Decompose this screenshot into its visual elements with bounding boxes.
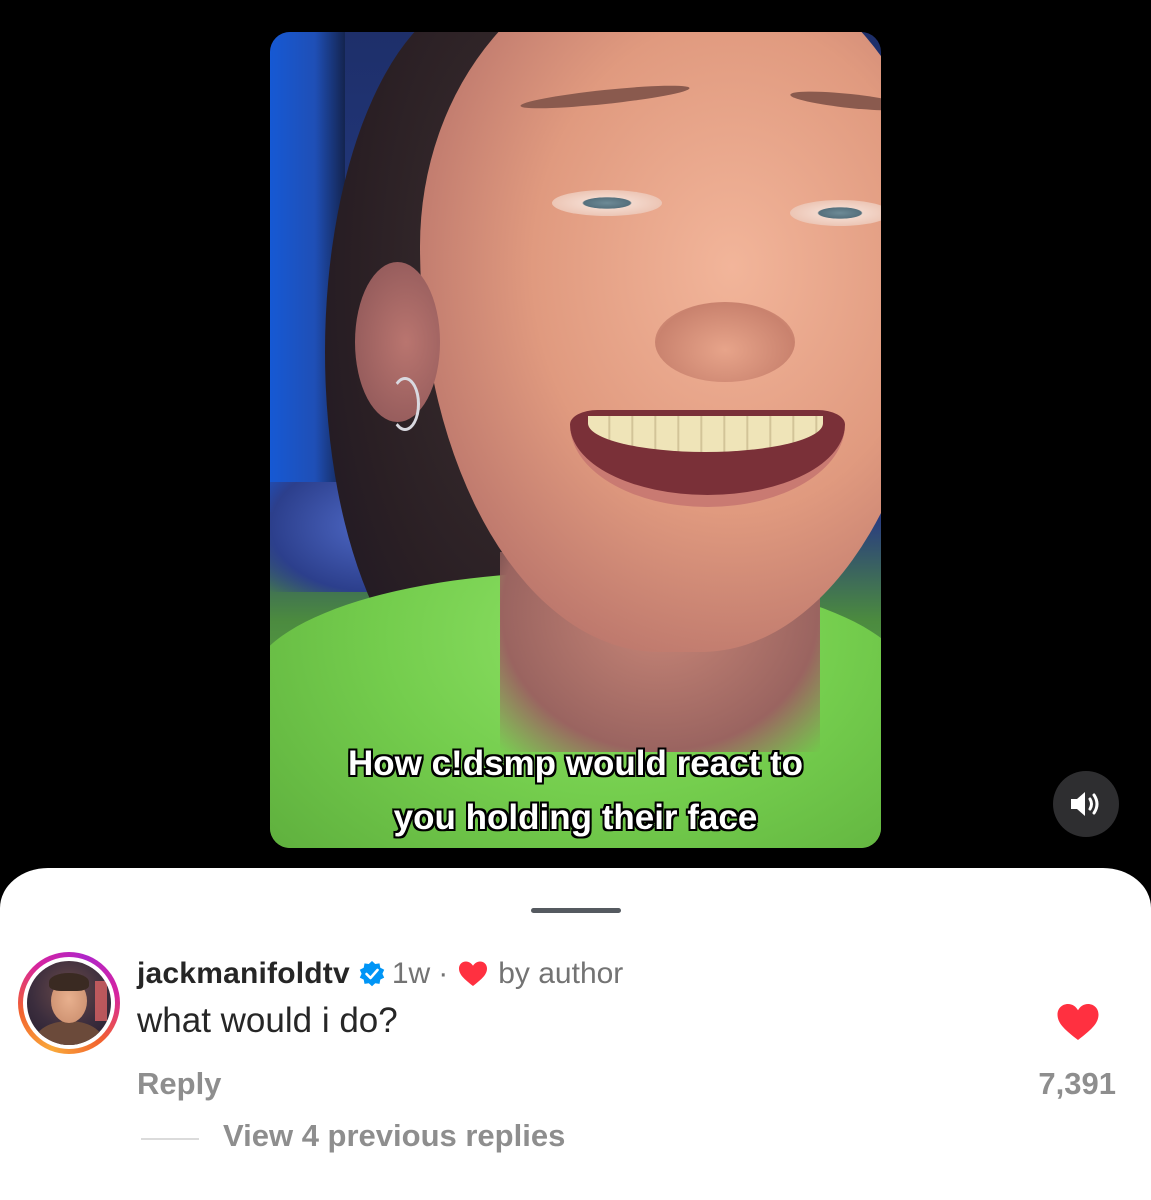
liked-by-author-label: by author xyxy=(498,957,624,990)
comment-body: what would i do? xyxy=(137,1001,398,1040)
video-earring xyxy=(390,377,420,431)
avatar-light xyxy=(95,981,107,1021)
video-caption-line-2: you holding their face xyxy=(393,798,758,837)
view-replies-button[interactable]: View 4 previous replies xyxy=(223,1118,565,1154)
avatar-body xyxy=(35,1021,103,1045)
meta-separator: · xyxy=(438,957,449,990)
app-screen: How c!dsmp would react to you holding th… xyxy=(0,0,1151,1200)
video-right-eye xyxy=(790,200,881,226)
like-button[interactable] xyxy=(1056,1002,1100,1042)
avatar xyxy=(27,961,111,1045)
heart-icon xyxy=(458,960,488,988)
speaker-on-icon xyxy=(1071,792,1099,816)
replies-divider xyxy=(141,1138,199,1140)
avatar-story-ring[interactable] xyxy=(18,952,120,1054)
avatar-border xyxy=(23,957,115,1049)
avatar-hair xyxy=(49,973,89,991)
video-caption-line-1: How c!dsmp would react to xyxy=(347,744,804,783)
sound-toggle-button[interactable] xyxy=(1053,771,1119,837)
video-caption: How c!dsmp would react to you holding th… xyxy=(270,737,881,845)
video-player[interactable]: How c!dsmp would react to you holding th… xyxy=(270,32,881,848)
video-teeth xyxy=(588,416,823,452)
comment-timestamp: 1w xyxy=(391,957,431,990)
heart-icon xyxy=(1057,1004,1099,1040)
comment-username[interactable]: jackmanifoldtv xyxy=(137,957,350,991)
sheet-grabber-handle[interactable] xyxy=(531,908,621,913)
comments-sheet: jackmanifoldtv 1w · by author what would… xyxy=(0,868,1151,1200)
comment-meta: jackmanifoldtv 1w · by author xyxy=(137,954,623,994)
video-left-eye xyxy=(552,190,662,216)
reply-button[interactable]: Reply xyxy=(137,1066,221,1102)
like-count[interactable]: 7,391 xyxy=(1038,1066,1116,1102)
video-nose xyxy=(655,302,795,382)
verified-badge-icon xyxy=(358,960,386,988)
